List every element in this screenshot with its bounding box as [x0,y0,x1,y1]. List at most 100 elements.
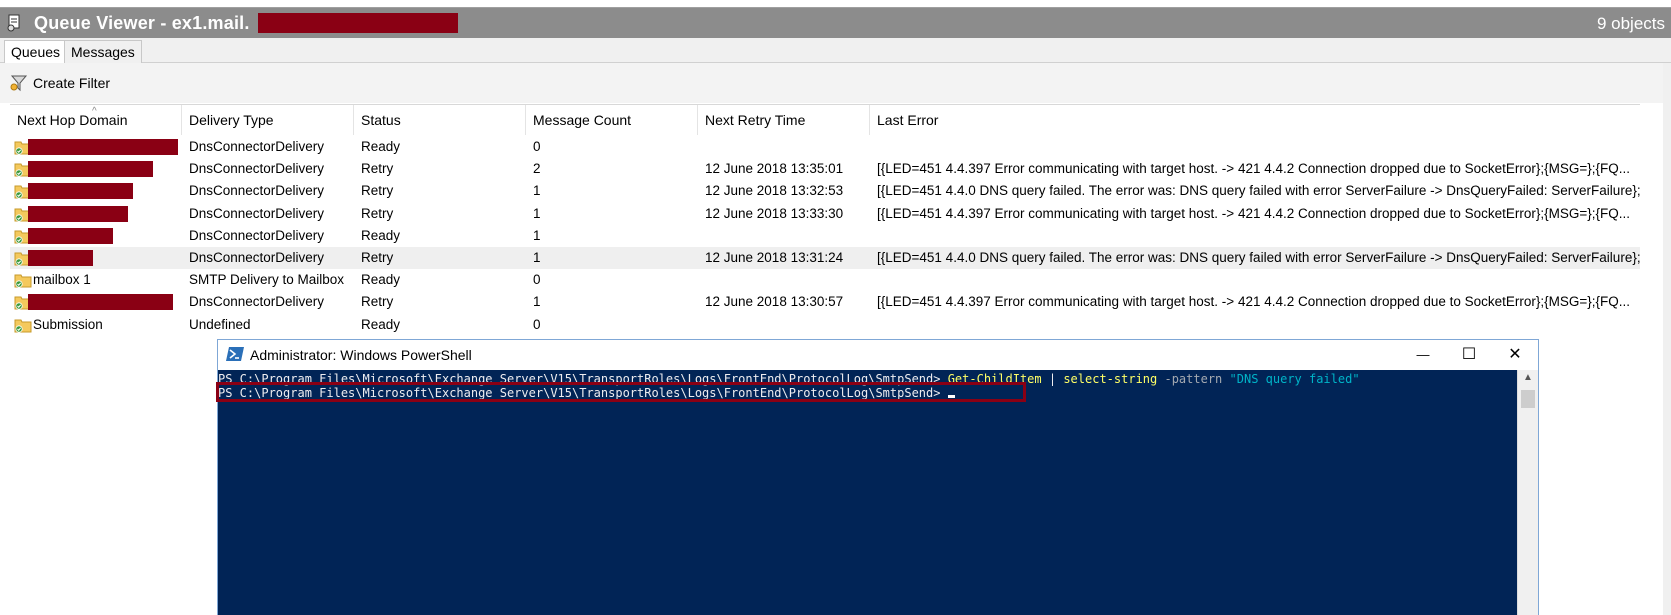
cell-delivery-type: DnsConnectorDelivery [189,205,325,221]
cell-message-count: 2 [533,161,541,177]
cell-status: Retry [361,294,394,310]
funnel-icon [10,75,28,92]
redacted-domain [28,294,173,311]
cell-next-retry [698,136,870,158]
cell-next-retry [698,269,870,291]
cell-domain: Submission [33,316,103,332]
queue-viewer-icon [7,14,20,32]
window-titlebar: Queue Viewer - ex1.mail. 9 objects [0,7,1671,39]
table-row[interactable]: DnsConnectorDelivery Retry 1 12 June 2018 1… [10,247,1640,269]
redacted-domain [28,227,113,244]
cell-next-retry: 12 June 2018 13:35:01 [705,161,844,177]
cell-last-error: [{LED=451 4.4.397 Error communicating wi… [877,205,1631,221]
toolbar: Create Filter [0,63,1671,103]
cell-last-error [870,269,1640,291]
cell-delivery-type: DnsConnectorDelivery [189,161,325,177]
object-count: 9 objects [1596,14,1665,33]
cell-status: Retry [361,161,394,177]
create-filter-button[interactable]: Create Filter [10,73,110,93]
minimize-button[interactable]: — [1400,340,1446,370]
cell-status: Ready [361,139,401,154]
create-filter-label: Create Filter [33,75,111,91]
console-parameter: -pattern [1164,372,1223,386]
maximize-button[interactable]: ☐ [1446,340,1492,370]
window-title: Queue Viewer - ex1.mail. [34,13,250,33]
column-header-status[interactable]: Status [354,105,526,135]
table-row[interactable]: DnsConnectorDelivery Retry 2 12 June 2018 1… [10,158,1640,180]
sort-ascending-icon: ^ [92,106,97,117]
cell-last-error: [{LED=451 4.4.397 Error communicating wi… [877,161,1631,177]
queue-grid: ^ Next Hop Domain Delivery Type Status M… [10,104,1640,333]
cell-delivery-type: DnsConnectorDelivery [189,294,325,310]
cell-message-count: 1 [533,183,541,199]
table-row[interactable]: mailbox 1 SMTP Delivery to Mailbox Ready 0 [10,269,1640,291]
table-row[interactable]: DnsConnectorDelivery Ready 1 [10,225,1640,247]
cell-message-count: 0 [533,272,541,288]
console-pipe: | [1048,372,1057,386]
cell-message-count: 1 [533,205,541,221]
table-row[interactable]: DnsConnectorDelivery Retry 1 12 June 2018 1… [10,203,1640,225]
close-button[interactable]: ✕ [1492,340,1538,370]
powershell-title: Administrator: Windows PowerShell [250,347,472,363]
redacted-domain [28,205,128,222]
tab-messages[interactable]: Messages [64,40,142,63]
cell-next-retry [698,314,870,336]
tab-queues[interactable]: Queues [4,40,68,64]
column-header-delivery-type[interactable]: Delivery Type [182,105,354,135]
column-header-next-retry-time[interactable]: Next Retry Time [698,105,870,135]
redacted-domain [28,161,153,178]
cell-next-retry: 12 June 2018 13:33:30 [705,205,844,221]
cell-delivery-type: DnsConnectorDelivery [189,227,325,243]
cell-delivery-type: SMTP Delivery to Mailbox [189,272,345,288]
tab-strip: Queues Messages [0,38,1671,64]
table-row[interactable]: DnsConnectorDelivery Retry 1 12 June 2018 1… [10,180,1640,202]
powershell-icon [226,347,244,361]
cell-status: Retry [361,205,394,221]
redacted-domain [28,139,178,155]
cell-last-error [870,314,1640,336]
cell-last-error [870,136,1640,158]
console-string: "DNS query failed" [1229,372,1360,386]
cell-delivery-type: Undefined [189,316,251,332]
cell-status: Retry [361,183,394,199]
cell-status: Ready [361,227,401,243]
console-cmdlet-2: select-string [1063,372,1158,386]
cell-delivery-type: DnsConnectorDelivery [189,250,325,265]
window-scrollbar[interactable] [1663,63,1671,615]
table-row[interactable]: Submission Undefined Ready 0 [10,314,1640,336]
cell-next-retry: 12 June 2018 13:32:53 [705,183,844,199]
redacted-domain [28,183,133,200]
cell-last-error [870,225,1640,247]
cell-next-retry [698,225,870,247]
column-header-message-count[interactable]: Message Count [526,105,698,135]
redacted-domain [28,250,93,266]
redacted-server-name [258,13,458,33]
cell-last-error: [{LED=451 4.4.0 DNS query failed. The er… [877,183,1640,199]
cell-message-count: 0 [533,316,541,332]
cell-delivery-type: DnsConnectorDelivery [189,139,325,154]
cell-status: Ready [361,316,401,332]
cell-last-error: [{LED=451 4.4.0 DNS query failed. The er… [877,250,1640,265]
cell-message-count: 0 [533,139,541,154]
column-header-next-hop-domain[interactable]: ^ Next Hop Domain [10,105,182,135]
console-scrollbar[interactable]: ▲ [1517,370,1538,615]
cell-message-count: 1 [533,250,541,265]
powershell-titlebar[interactable]: Administrator: Windows PowerShell — ☐ ✕ [218,340,1538,370]
highlight-annotation [216,382,1026,402]
cell-status: Ready [361,272,401,288]
cell-message-count: 1 [533,294,541,310]
scroll-up-icon[interactable]: ▲ [1523,372,1533,383]
cell-last-error: [{LED=451 4.4.397 Error communicating wi… [877,294,1631,310]
table-row[interactable]: DnsConnectorDelivery Retry 1 12 June 2018 1… [10,291,1640,313]
cell-domain: mailbox 1 [33,272,91,288]
cell-next-retry: 12 June 2018 13:31:24 [705,250,844,265]
column-header-last-error[interactable]: Last Error [870,105,1640,135]
cell-message-count: 1 [533,227,541,243]
cell-delivery-type: DnsConnectorDelivery [189,183,325,199]
cell-status: Retry [361,250,394,265]
powershell-window[interactable]: Administrator: Windows PowerShell — ☐ ✕ … [216,339,1539,615]
table-row[interactable]: DnsConnectorDelivery Ready 0 [10,136,1640,158]
cell-next-retry: 12 June 2018 13:30:57 [705,294,844,310]
scroll-thumb[interactable] [1521,390,1535,408]
powershell-console[interactable]: PS C:\Program Files\Microsoft\Exchange S… [216,370,1518,615]
